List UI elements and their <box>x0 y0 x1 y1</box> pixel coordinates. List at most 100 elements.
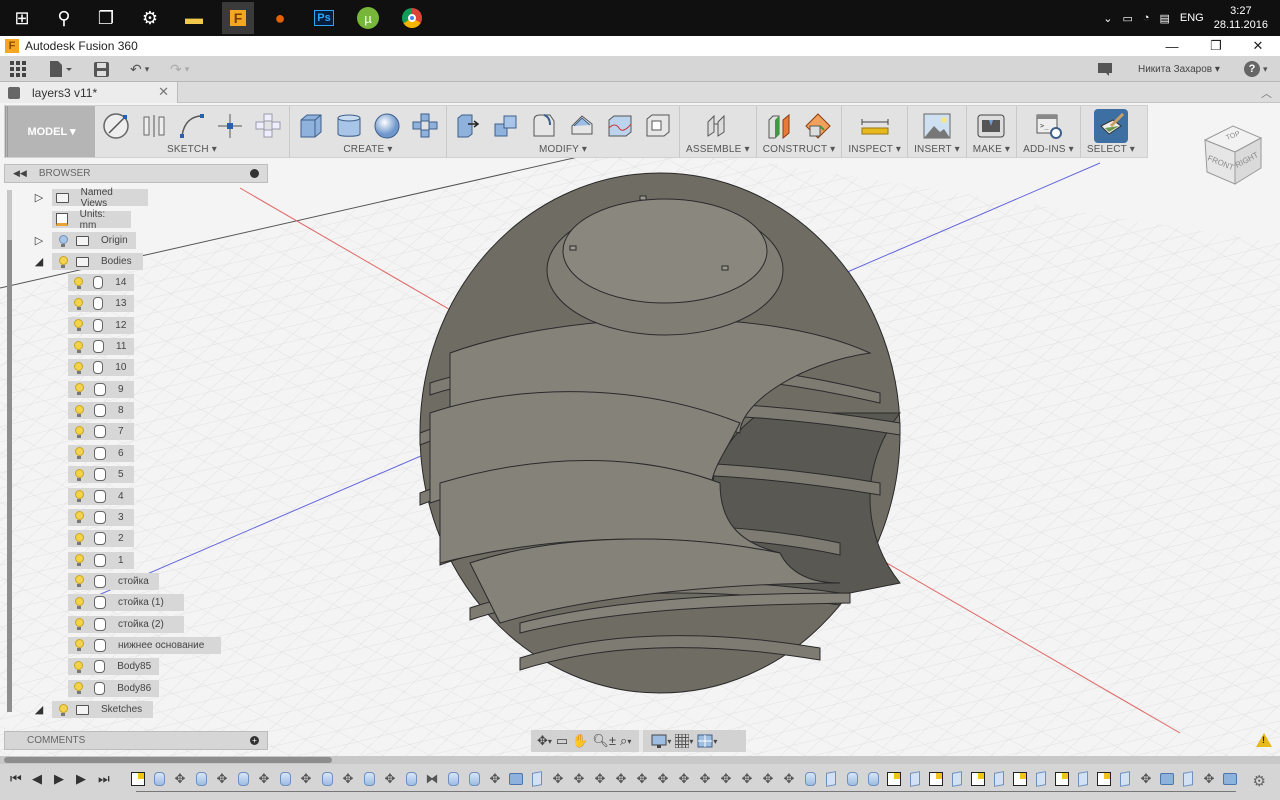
spline-arc-icon[interactable] <box>177 111 207 141</box>
play-icon[interactable]: ▶ <box>76 771 86 787</box>
orbit-icon[interactable]: ✥ ▾ <box>537 733 552 749</box>
viewports-icon[interactable]: ▾ <box>697 733 717 749</box>
visibility-bulb-icon[interactable] <box>74 297 83 310</box>
sketch-menu[interactable]: SKETCH ▾ <box>167 144 217 155</box>
timeline-settings-gear-icon[interactable]: ⚙ <box>1253 772 1266 790</box>
scripts-addins-icon[interactable]: >_ <box>1034 111 1064 141</box>
collapse-browser-icon[interactable]: ◀◀ <box>13 168 27 179</box>
timeline-item[interactable] <box>949 771 965 787</box>
tree-node-body[interactable]: Body85 <box>68 658 160 676</box>
select-tool-icon[interactable] <box>1093 109 1128 143</box>
visibility-bulb-icon[interactable] <box>74 361 83 374</box>
visibility-bulb-icon[interactable] <box>74 575 84 588</box>
timeline-item[interactable]: ✥ <box>172 771 188 787</box>
help-menu[interactable]: ? ▾ <box>1244 60 1268 78</box>
wifi-icon[interactable]: ◔ <box>1143 12 1150 24</box>
mirror-icon[interactable] <box>139 111 169 141</box>
visibility-bulb-icon[interactable] <box>74 682 84 695</box>
expand-triangle-icon[interactable]: ▷ <box>34 192 44 204</box>
timeline-item[interactable] <box>235 771 251 787</box>
look-at-icon[interactable]: ▭ <box>556 733 568 749</box>
utorrent-icon[interactable]: µ <box>354 4 382 32</box>
timeline-item[interactable] <box>403 771 419 787</box>
tree-node-body[interactable]: 13 <box>68 295 135 313</box>
comments-panel-header[interactable]: COMMENTS + <box>4 731 268 750</box>
sketch-pattern-icon[interactable] <box>253 111 283 141</box>
timeline-item[interactable] <box>361 771 377 787</box>
redo-icon[interactable]: ↷ ▾ <box>170 60 189 78</box>
timeline-item[interactable] <box>1222 771 1238 787</box>
add-ins-menu[interactable]: ADD-INS ▾ <box>1023 144 1074 155</box>
timeline-item[interactable]: ✥ <box>214 771 230 787</box>
zoom-icon[interactable]: 🔍︎± <box>592 733 616 749</box>
shell-icon[interactable] <box>643 111 673 141</box>
timeline-item[interactable]: ✥ <box>592 771 608 787</box>
timeline-item[interactable]: ⧓ <box>424 771 440 787</box>
timeline-item[interactable] <box>1054 771 1070 787</box>
timeline-item[interactable]: ✥ <box>655 771 671 787</box>
assemble-menu[interactable]: ASSEMBLE ▾ <box>686 144 750 155</box>
timeline-scrollbar-thumb[interactable] <box>4 757 332 763</box>
clock[interactable]: 3:27 28.11.2016 <box>1214 4 1268 32</box>
collapse-triangle-icon[interactable]: ◢ <box>34 256 44 268</box>
tree-node-named-views[interactable]: ▷ Named Views <box>34 187 148 209</box>
browser-minimize-icon[interactable] <box>250 169 259 178</box>
tree-node-units[interactable]: Units: mm <box>52 209 131 231</box>
timeline-item[interactable] <box>970 771 986 787</box>
chamfer-icon[interactable] <box>567 111 597 141</box>
warning-icon[interactable]: ! <box>1256 733 1272 747</box>
language-indicator[interactable]: ENG <box>1180 12 1204 24</box>
timeline-item[interactable]: ✥ <box>550 771 566 787</box>
timeline-item[interactable]: ✥ <box>781 771 797 787</box>
browser-scrollbar[interactable] <box>7 190 12 712</box>
visibility-bulb-icon[interactable] <box>74 490 84 502</box>
timeline-item[interactable] <box>1033 771 1049 787</box>
minimize-button[interactable]: — <box>1152 36 1192 56</box>
search-icon[interactable]: ⚲ <box>50 4 78 32</box>
timeline-item[interactable] <box>907 771 923 787</box>
visibility-bulb-icon[interactable] <box>74 596 84 609</box>
fusion-360-taskbar-icon[interactable]: F <box>222 2 254 34</box>
timeline-item[interactable] <box>445 771 461 787</box>
visibility-bulb-icon[interactable] <box>74 511 84 524</box>
visibility-bulb-icon[interactable] <box>74 447 84 460</box>
tree-node-body[interactable]: 8 <box>68 402 134 420</box>
construct-menu[interactable]: CONSTRUCT ▾ <box>763 144 836 155</box>
visibility-bulb-icon[interactable] <box>74 404 84 417</box>
timeline-item[interactable] <box>193 771 209 787</box>
visibility-bulb-icon[interactable] <box>58 255 68 268</box>
timeline-item[interactable] <box>1159 771 1175 787</box>
pattern-icon[interactable] <box>410 111 440 141</box>
tree-node-body[interactable]: 11 <box>68 338 135 356</box>
visibility-bulb-icon[interactable] <box>74 554 84 567</box>
timeline-item[interactable] <box>151 771 167 787</box>
visibility-bulb-icon[interactable] <box>74 639 84 652</box>
tree-node-origin[interactable]: ▷ Origin <box>34 232 136 249</box>
visibility-bulb-icon[interactable] <box>74 532 84 545</box>
visibility-bulb-icon[interactable] <box>74 660 84 673</box>
timeline-item[interactable]: ✥ <box>718 771 734 787</box>
tree-node-sketches[interactable]: ◢ Sketches <box>34 701 153 718</box>
measure-ruler-icon[interactable] <box>860 111 890 141</box>
viewcube[interactable]: TOP FRONT RIGHT <box>1195 118 1265 188</box>
3d-canvas-viewport[interactable] <box>0 103 1280 758</box>
chrome-icon[interactable] <box>398 4 426 32</box>
inspect-menu[interactable]: INSPECT ▾ <box>848 144 901 155</box>
data-panel-grid-icon[interactable] <box>10 60 26 78</box>
timeline-item[interactable]: ✥ <box>613 771 629 787</box>
create-sketch-icon[interactable] <box>101 111 131 141</box>
combine-icon[interactable] <box>491 111 521 141</box>
undo-icon[interactable]: ↶ ▾ <box>130 60 149 78</box>
grid-settings-icon[interactable]: ▾ <box>675 733 693 749</box>
job-status-icon[interactable] <box>1098 60 1112 78</box>
step-back-icon[interactable]: ◀ <box>32 771 42 787</box>
close-button[interactable]: ✕ <box>1238 36 1278 56</box>
timeline-item[interactable]: ✥ <box>1138 771 1154 787</box>
offset-plane-icon[interactable] <box>765 111 795 141</box>
timeline-item[interactable]: ✥ <box>571 771 587 787</box>
step-forward-icon[interactable]: ▶ <box>54 771 64 787</box>
cylinder-icon[interactable] <box>334 111 364 141</box>
fit-window-icon[interactable]: ⌕ ▾ <box>620 733 631 749</box>
tree-node-body[interactable]: стойка (1) <box>68 594 184 612</box>
user-account-menu[interactable]: Никита Захаров ▾ <box>1138 60 1220 78</box>
